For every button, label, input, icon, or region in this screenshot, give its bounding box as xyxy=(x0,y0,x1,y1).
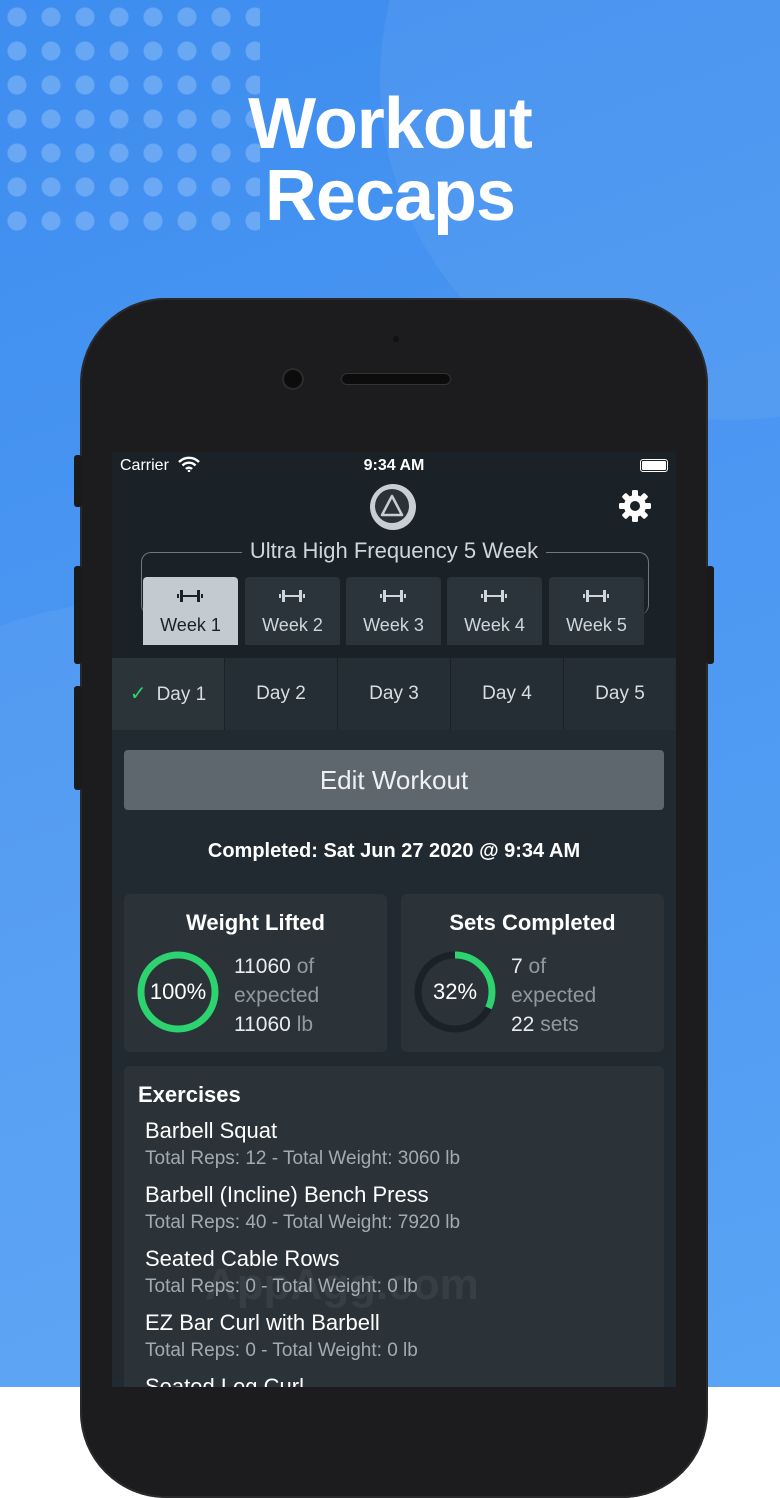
completed-timestamp: Completed: Sat Jun 27 2020 @ 9:34 AM xyxy=(207,840,581,862)
tab-week-4[interactable]: Week 4 xyxy=(447,577,542,645)
weight-stats: 11060 of expected 11060 lb xyxy=(234,952,319,1039)
dumbbell-icon xyxy=(481,590,507,602)
app-header: Carrier 9:34 AM Ultra High Frequency 5 W… xyxy=(112,452,676,658)
exercise-name: Barbell Squat xyxy=(145,1118,278,1143)
week-label: Week 5 xyxy=(566,615,627,635)
list-item[interactable]: Barbell Squat Total Reps: 12 - Total Wei… xyxy=(145,1118,460,1178)
phone-sensor xyxy=(393,336,399,342)
headline-line-2: Recaps xyxy=(264,156,516,236)
week-label: Week 1 xyxy=(160,615,221,635)
tab-day-2[interactable]: Day 2 xyxy=(225,658,338,730)
weight-lifted-card: Weight Lifted 100% 11060 of expected 110… xyxy=(124,894,387,1052)
tab-day-1[interactable]: ✓ Day 1 xyxy=(112,658,225,730)
dumbbell-icon xyxy=(380,590,406,602)
checkmark-icon: ✓ xyxy=(129,683,147,705)
week-label: Week 3 xyxy=(363,615,424,635)
dumbbell-icon xyxy=(583,590,609,602)
weight-unit: lb xyxy=(296,1013,314,1036)
day-label: Day 1 xyxy=(156,684,207,705)
exercise-name: EZ Bar Curl with Barbell xyxy=(145,1310,380,1335)
phone-speaker xyxy=(342,374,450,384)
sets-expected: expected xyxy=(511,984,597,1007)
day-label: Day 3 xyxy=(369,683,419,704)
week-label: Week 2 xyxy=(262,615,323,635)
day-label: Day 5 xyxy=(595,683,645,704)
watermark: AppAgg.com xyxy=(205,1260,479,1309)
exercises-title: Exercises xyxy=(138,1082,241,1107)
day-tabs: ✓ Day 1 Day 2 Day 3 Day 4 Day 5 xyxy=(112,658,676,730)
list-item[interactable]: Seated Leg Curl xyxy=(145,1374,304,1387)
sets-value: 7 xyxy=(511,955,523,978)
phone-camera xyxy=(284,370,302,388)
tab-week-5[interactable]: Week 5 xyxy=(549,577,644,645)
list-item[interactable]: Barbell (Incline) Bench Press Total Reps… xyxy=(145,1182,460,1242)
sets-of: of xyxy=(528,955,547,978)
exercise-detail: Total Reps: 0 - Total Weight: 0 lb xyxy=(145,1340,418,1361)
day-label: Day 4 xyxy=(482,683,532,704)
app-logo-icon[interactable] xyxy=(370,484,416,530)
app-screen: Carrier 9:34 AM Ultra High Frequency 5 W… xyxy=(112,452,676,1387)
week-label: Week 4 xyxy=(464,615,525,635)
sets-completed-card: Sets Completed 32% 7 of expected 22 sets xyxy=(401,894,664,1052)
status-time: 9:34 AM xyxy=(363,457,425,474)
settings-gear-icon[interactable] xyxy=(615,486,655,526)
program-title: Ultra High Frequency 5 Week xyxy=(112,538,676,564)
sets-expected-value: 22 xyxy=(511,1013,535,1036)
sets-completed-title: Sets Completed xyxy=(449,910,616,935)
phone-mute-switch xyxy=(74,455,82,507)
exercise-detail: Total Reps: 12 - Total Weight: 3060 lb xyxy=(145,1148,461,1169)
tab-day-5[interactable]: Day 5 xyxy=(564,658,676,730)
headline-line-1: Workout xyxy=(248,84,533,164)
status-bar: Carrier 9:34 AM xyxy=(112,454,676,480)
tab-day-4[interactable]: Day 4 xyxy=(451,658,564,730)
weight-of: of xyxy=(296,955,315,978)
exercise-name: Seated Leg Curl xyxy=(145,1374,304,1387)
tab-day-3[interactable]: Day 3 xyxy=(338,658,451,730)
sets-percent: 32% xyxy=(432,979,478,1004)
phone-power-button xyxy=(706,566,714,664)
sets-stats: 7 of expected 22 sets xyxy=(511,952,596,1039)
phone-volume-down xyxy=(74,686,82,790)
weight-value: 11060 xyxy=(234,955,291,978)
list-item[interactable]: EZ Bar Curl with Barbell Total Reps: 0 -… xyxy=(145,1310,418,1370)
tab-week-3[interactable]: Week 3 xyxy=(346,577,441,645)
exercise-detail: Total Reps: 40 - Total Weight: 7920 lb xyxy=(145,1212,461,1233)
weight-percent: 100% xyxy=(149,979,207,1004)
tab-week-2[interactable]: Week 2 xyxy=(245,577,340,645)
dumbbell-icon xyxy=(177,590,203,602)
weight-lifted-title: Weight Lifted xyxy=(186,910,325,935)
sets-unit: sets xyxy=(540,1013,579,1036)
day-label: Day 2 xyxy=(256,683,306,704)
weight-expected-value: 11060 xyxy=(234,1013,291,1036)
battery-icon xyxy=(640,459,668,472)
phone-volume-up xyxy=(74,566,82,664)
exercise-name: Barbell (Incline) Bench Press xyxy=(145,1182,429,1207)
edit-workout-button[interactable]: Edit Workout xyxy=(124,750,664,810)
dumbbell-icon xyxy=(279,590,305,602)
weight-expected: expected xyxy=(234,984,320,1007)
tab-week-1[interactable]: Week 1 xyxy=(143,577,238,645)
exercises-card: Exercises Barbell Squat Total Reps: 12 -… xyxy=(124,1066,664,1387)
